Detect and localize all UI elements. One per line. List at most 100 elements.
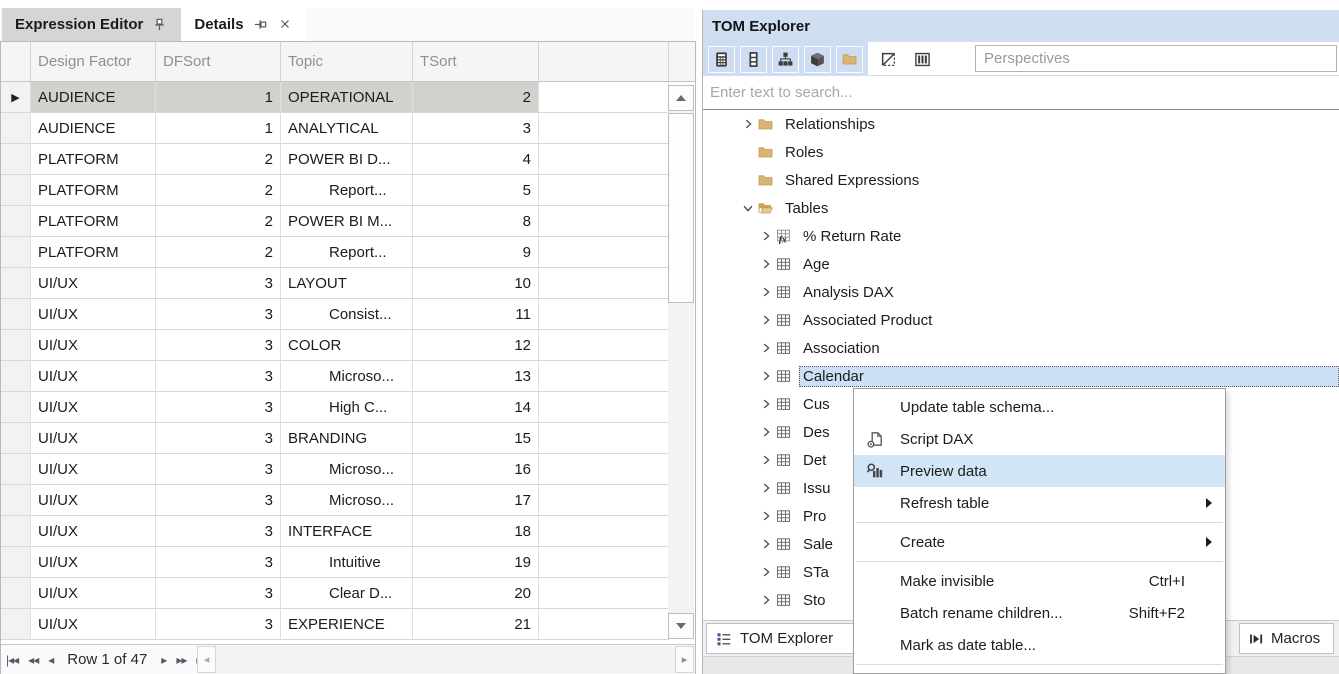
- table-row[interactable]: UI/UX3LAYOUT10: [1, 268, 695, 299]
- cell-dfsort[interactable]: 3: [156, 423, 281, 454]
- scroll-down-icon[interactable]: [668, 613, 694, 639]
- tree-item-roles[interactable]: Roles: [703, 138, 1339, 166]
- cell-dfsort[interactable]: 3: [156, 361, 281, 392]
- tab-details[interactable]: Details: [181, 8, 306, 41]
- chevron-right-icon[interactable]: [757, 396, 775, 412]
- cell-blank[interactable]: [539, 299, 669, 330]
- chevron-right-icon[interactable]: [757, 368, 775, 384]
- column-header-topic[interactable]: Topic: [281, 42, 413, 81]
- cell-topic[interactable]: Report...: [281, 175, 413, 206]
- chevron-right-icon[interactable]: [739, 116, 757, 132]
- cell-tsort[interactable]: 17: [413, 485, 539, 516]
- row-indicator-cell[interactable]: [1, 516, 31, 547]
- menu-item-mark-as-date-table[interactable]: Mark as date table...: [854, 629, 1225, 661]
- cell-tsort[interactable]: 10: [413, 268, 539, 299]
- menu-item-update-table-schema[interactable]: Update table schema...: [854, 391, 1225, 423]
- tree-search-box[interactable]: [703, 76, 1339, 110]
- cell-dfsort[interactable]: 3: [156, 578, 281, 609]
- cell-dfsort[interactable]: 3: [156, 330, 281, 361]
- table-row[interactable]: ▶AUDIENCE1OPERATIONAL2: [1, 82, 695, 113]
- cell-design_factor[interactable]: AUDIENCE: [31, 82, 156, 113]
- menu-item-refresh-table[interactable]: Refresh table: [854, 487, 1225, 519]
- tree-item-tables[interactable]: Tables: [703, 194, 1339, 222]
- cell-tsort[interactable]: 8: [413, 206, 539, 237]
- scroll-up-icon[interactable]: [668, 85, 694, 111]
- show-measures-button[interactable]: [708, 46, 735, 73]
- cell-dfsort[interactable]: 3: [156, 609, 281, 640]
- cell-dfsort[interactable]: 1: [156, 113, 281, 144]
- chevron-right-icon[interactable]: [757, 284, 775, 300]
- cell-topic[interactable]: High C...: [281, 392, 413, 423]
- chevron-right-icon[interactable]: [757, 256, 775, 272]
- menu-item-create[interactable]: Create: [854, 526, 1225, 558]
- cell-topic[interactable]: INTERFACE: [281, 516, 413, 547]
- cell-topic[interactable]: COLOR: [281, 330, 413, 361]
- cell-tsort[interactable]: 15: [413, 423, 539, 454]
- cell-tsort[interactable]: 5: [413, 175, 539, 206]
- table-row[interactable]: UI/UX3Microso...13: [1, 361, 695, 392]
- perspectives-input[interactable]: [976, 46, 1336, 71]
- cell-design_factor[interactable]: AUDIENCE: [31, 113, 156, 144]
- row-indicator-cell[interactable]: [1, 485, 31, 516]
- cell-topic[interactable]: POWER BI D...: [281, 144, 413, 175]
- cell-dfsort[interactable]: 2: [156, 175, 281, 206]
- cell-topic[interactable]: Intuitive: [281, 547, 413, 578]
- row-indicator-cell[interactable]: [1, 330, 31, 361]
- cell-topic[interactable]: Consist...: [281, 299, 413, 330]
- row-indicator-cell[interactable]: [1, 547, 31, 578]
- cell-topic[interactable]: Clear D...: [281, 578, 413, 609]
- show-hierarchies-button[interactable]: [772, 46, 799, 73]
- cell-blank[interactable]: [539, 361, 669, 392]
- cell-tsort[interactable]: 16: [413, 454, 539, 485]
- cell-blank[interactable]: [539, 206, 669, 237]
- table-row[interactable]: UI/UX3Microso...17: [1, 485, 695, 516]
- scroll-right-icon[interactable]: ▸: [675, 646, 694, 673]
- tree-item-calendar[interactable]: Calendar: [703, 362, 1339, 390]
- chevron-right-icon[interactable]: [757, 340, 775, 356]
- cell-blank[interactable]: [539, 609, 669, 640]
- row-indicator-cell[interactable]: [1, 268, 31, 299]
- cell-design_factor[interactable]: UI/UX: [31, 454, 156, 485]
- cell-tsort[interactable]: 9: [413, 237, 539, 268]
- menu-item-preview-data[interactable]: Preview data: [854, 455, 1225, 487]
- grid-horizontal-scrollbar[interactable]: ◂ ▸: [197, 646, 694, 673]
- cell-blank[interactable]: [539, 423, 669, 454]
- tree-item-relationships[interactable]: Relationships: [703, 110, 1339, 138]
- pin-icon[interactable]: [253, 17, 269, 33]
- row-indicator-cell[interactable]: [1, 113, 31, 144]
- row-indicator-cell[interactable]: [1, 578, 31, 609]
- chevron-right-icon[interactable]: [757, 564, 775, 580]
- column-header-dfsort[interactable]: DFSort: [156, 42, 281, 81]
- cell-design_factor[interactable]: PLATFORM: [31, 175, 156, 206]
- cell-blank[interactable]: [539, 330, 669, 361]
- cell-tsort[interactable]: 20: [413, 578, 539, 609]
- row-indicator-cell[interactable]: [1, 237, 31, 268]
- tree-item-shared-expressions[interactable]: Shared Expressions: [703, 166, 1339, 194]
- cell-design_factor[interactable]: UI/UX: [31, 485, 156, 516]
- pin-icon[interactable]: [152, 17, 168, 33]
- scroll-left-icon[interactable]: ◂: [197, 646, 216, 673]
- row-indicator-cell[interactable]: [1, 454, 31, 485]
- table-row[interactable]: UI/UX3Consist...11: [1, 299, 695, 330]
- menu-item-make-invisible[interactable]: Make invisibleCtrl+I: [854, 565, 1225, 597]
- tab-expression-editor[interactable]: Expression Editor: [2, 8, 181, 41]
- chevron-right-icon[interactable]: [757, 536, 775, 552]
- cell-blank[interactable]: [539, 237, 669, 268]
- row-indicator-cell[interactable]: [1, 175, 31, 206]
- chevron-right-icon[interactable]: [757, 452, 775, 468]
- cell-dfsort[interactable]: 3: [156, 299, 281, 330]
- chevron-right-icon[interactable]: [757, 228, 775, 244]
- tree-item-association[interactable]: Association: [703, 334, 1339, 362]
- row-indicator-cell[interactable]: [1, 392, 31, 423]
- table-row[interactable]: PLATFORM2POWER BI M...8: [1, 206, 695, 237]
- cell-dfsort[interactable]: 3: [156, 268, 281, 299]
- row-indicator-cell[interactable]: [1, 299, 31, 330]
- cell-dfsort[interactable]: 2: [156, 144, 281, 175]
- cell-topic[interactable]: Microso...: [281, 454, 413, 485]
- show-folders-button[interactable]: [836, 46, 863, 73]
- table-row[interactable]: UI/UX3BRANDING15: [1, 423, 695, 454]
- chevron-right-icon[interactable]: [757, 312, 775, 328]
- row-indicator-cell[interactable]: [1, 206, 31, 237]
- cell-topic[interactable]: BRANDING: [281, 423, 413, 454]
- cell-topic[interactable]: Microso...: [281, 361, 413, 392]
